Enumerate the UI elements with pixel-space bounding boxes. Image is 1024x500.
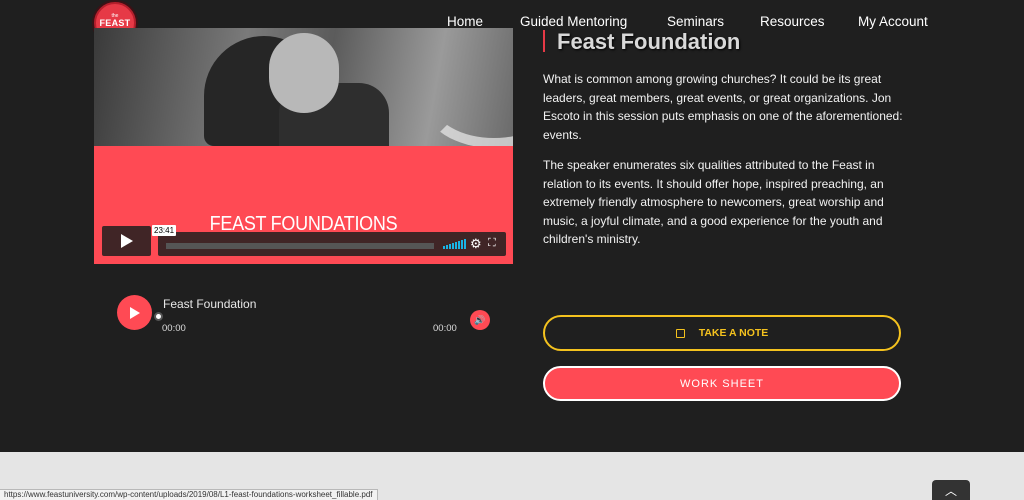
page-title: Feast Foundation [557, 29, 741, 54]
audio-title: Feast Foundation [163, 297, 257, 311]
audio-current-time: 00:00 [162, 323, 186, 334]
settings-icon[interactable]: ⚙ [470, 236, 482, 252]
audio-seek-handle[interactable] [154, 312, 163, 321]
audio-volume-button[interactable]: 🔊 [470, 310, 490, 330]
play-icon [129, 306, 140, 319]
audio-play-button[interactable] [117, 295, 152, 330]
nav-resources[interactable]: Resources [760, 14, 825, 29]
video-player[interactable]: FEAST FOUNDATIONS ⚙ ⛶ 23:41 [94, 28, 513, 264]
nav-my-account[interactable]: My Account [858, 14, 928, 29]
worksheet-button[interactable]: WORK SHEET [543, 366, 901, 401]
video-control-bar: ⚙ ⛶ [158, 232, 506, 256]
video-progress-track[interactable] [166, 243, 434, 249]
description-paragraph-2: The speaker enumerates six qualities att… [543, 158, 884, 246]
video-play-button[interactable] [102, 226, 151, 256]
audio-duration: 00:00 [433, 323, 457, 334]
video-timestamp: 23:41 [152, 225, 177, 236]
nav-seminars[interactable]: Seminars [667, 14, 724, 29]
fullscreen-icon[interactable]: ⛶ [488, 237, 496, 250]
scroll-to-top-button[interactable]: ︿ [932, 480, 970, 500]
logo-feast: FEAST [99, 18, 131, 28]
worksheet-label: WORK SHEET [680, 377, 764, 390]
chevron-up-icon: ︿ [944, 483, 957, 498]
take-a-note-label: TAKE A NOTE [698, 327, 769, 339]
description-paragraph-1: What is common among growing churches? I… [543, 72, 903, 142]
nav-home[interactable]: Home [447, 14, 483, 29]
volume-icon[interactable] [443, 239, 466, 249]
note-icon [675, 328, 685, 338]
play-icon [120, 234, 133, 248]
nav-guided-mentoring[interactable]: Guided Mentoring [520, 14, 627, 29]
speaker-icon: 🔊 [474, 314, 486, 325]
video-thumbnail-photo [94, 28, 513, 146]
title-accent-bar [543, 30, 545, 52]
status-bar-url: https://www.feastuniversity.com/wp-conte… [0, 489, 378, 500]
take-a-note-button[interactable]: TAKE A NOTE [543, 315, 901, 351]
